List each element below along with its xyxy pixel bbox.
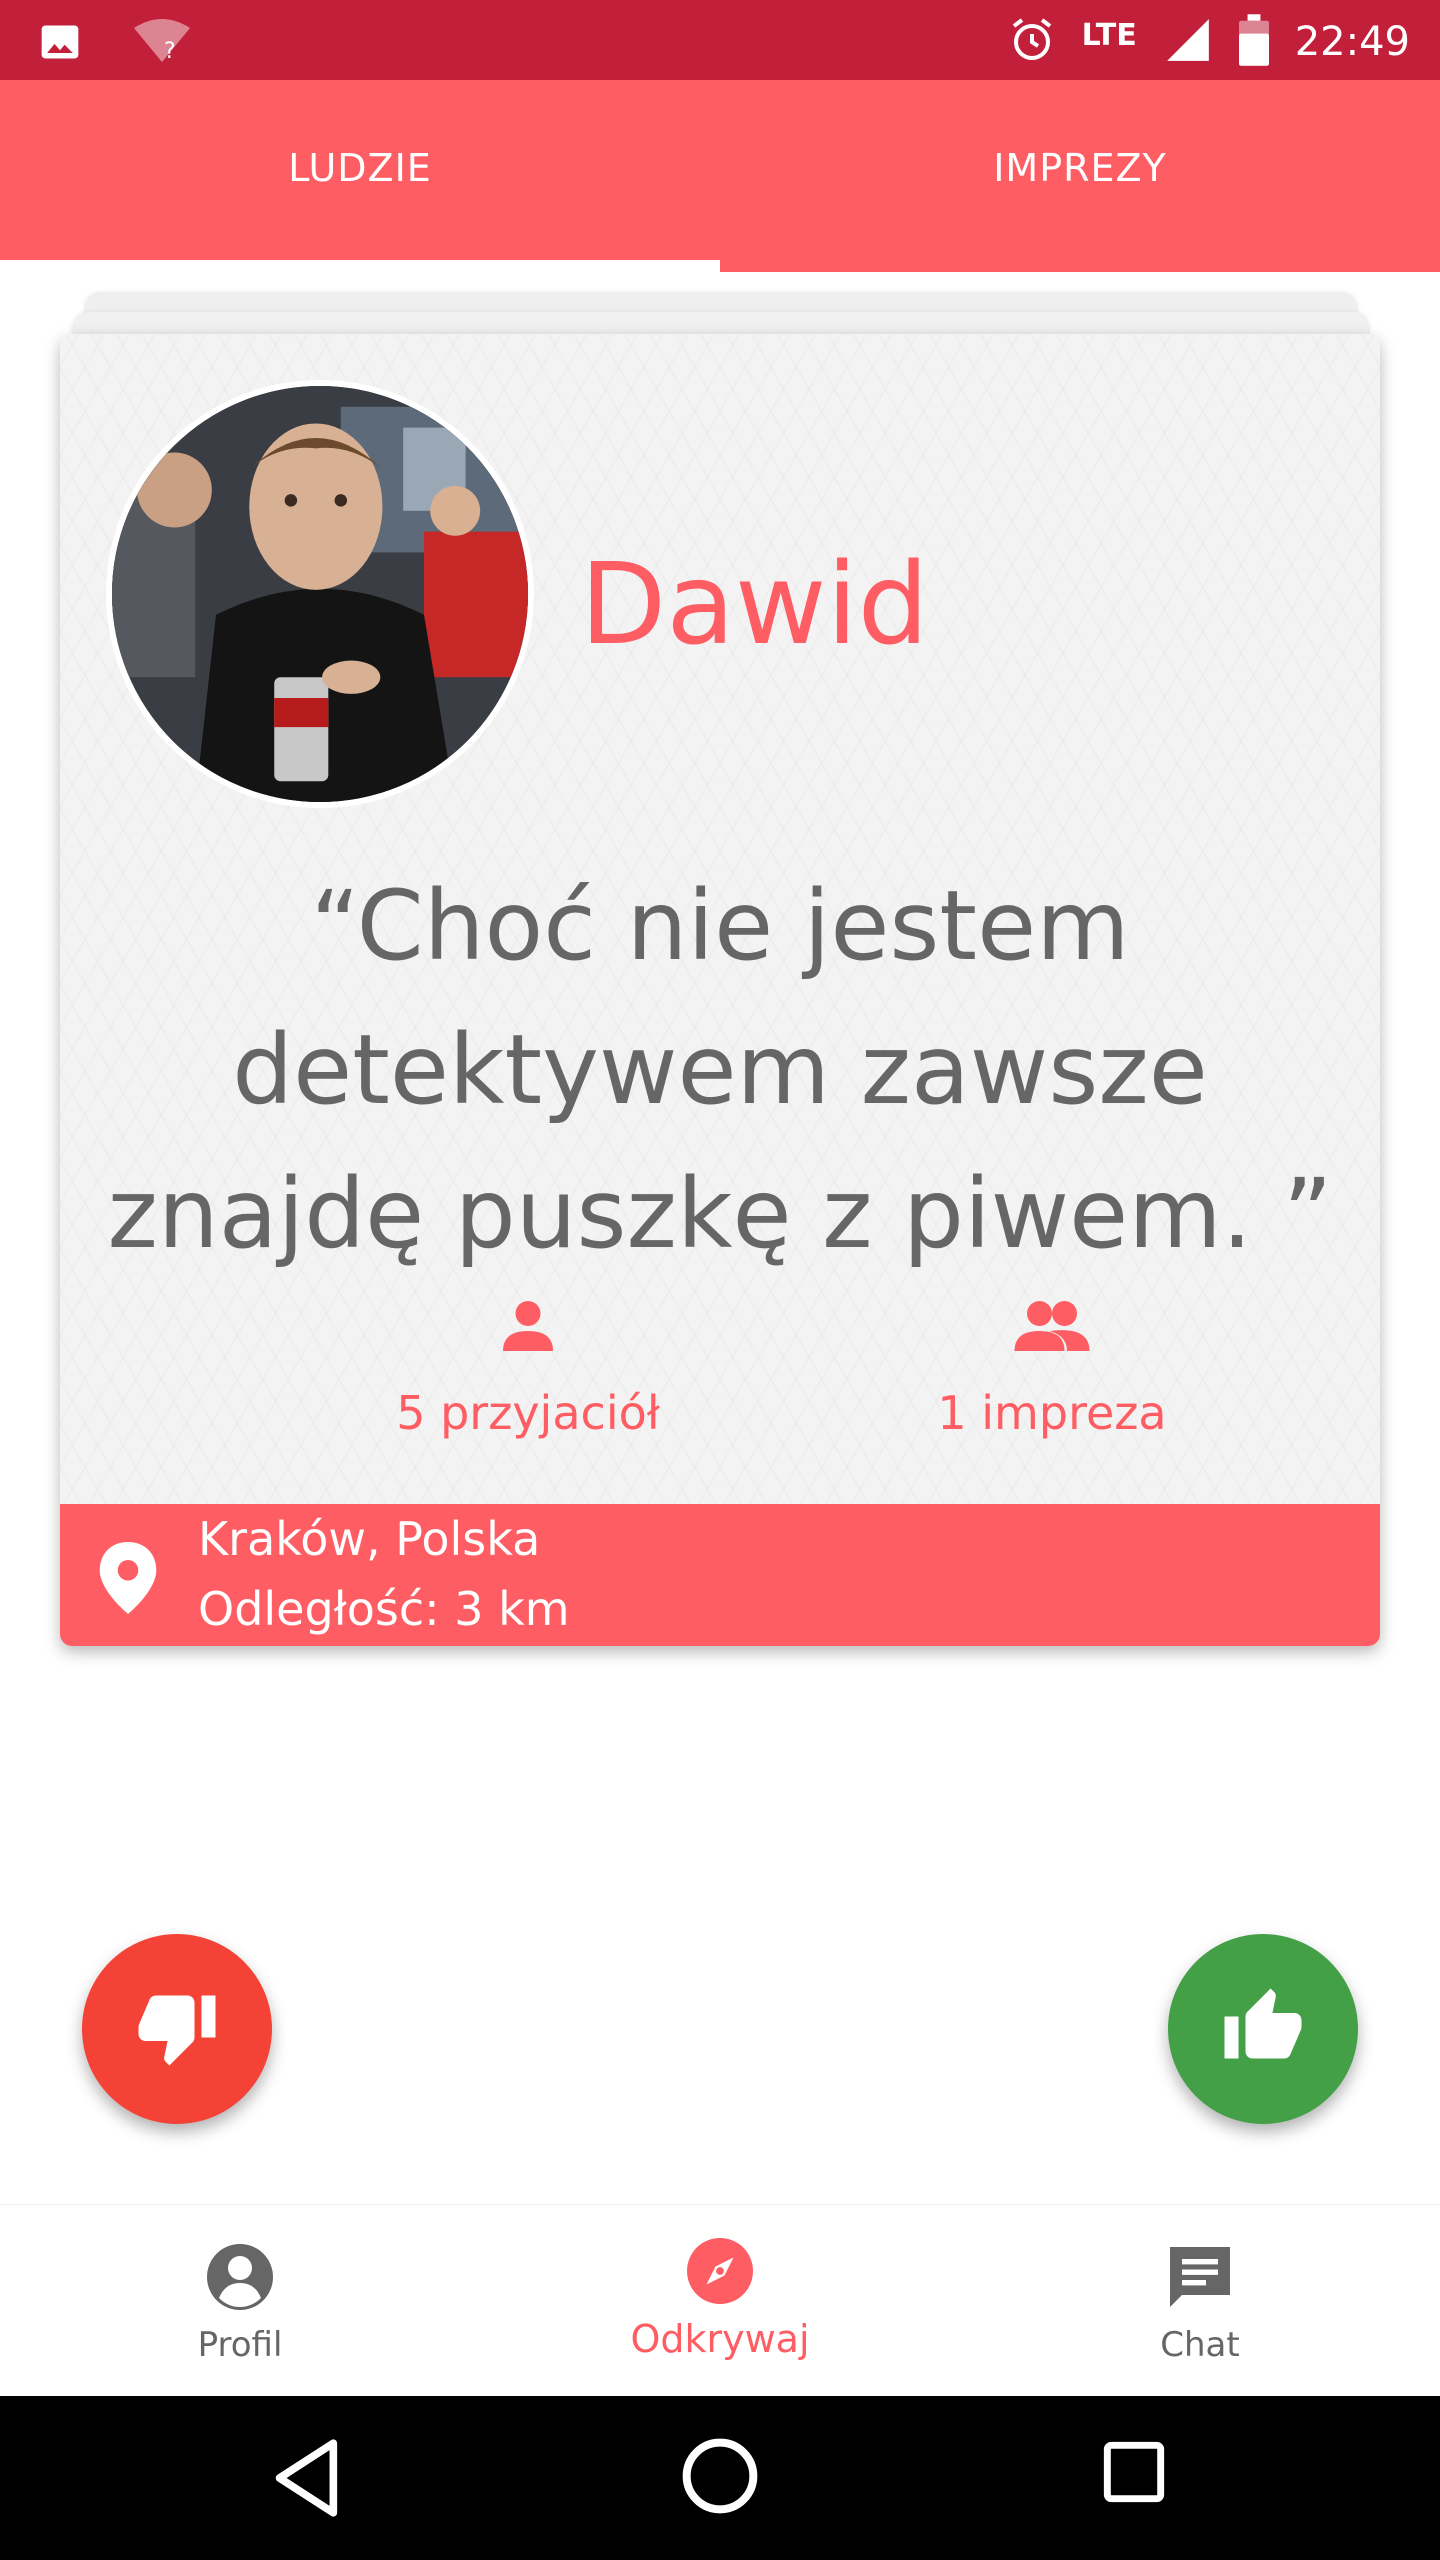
battery-icon — [1238, 14, 1269, 70]
chat-icon — [1164, 2241, 1236, 2317]
system-navigation-bar — [0, 2396, 1440, 2560]
friends-count: 5 przyjaciół — [278, 1296, 778, 1440]
profile-name: Dawid — [580, 540, 929, 670]
top-tabs: LUDZIE IMPREZY — [0, 80, 1440, 272]
nav-odkrywaj[interactable]: Odkrywaj — [480, 2205, 960, 2397]
location-city: Kraków, Polska — [198, 1512, 541, 1566]
tab-label: IMPREZY — [993, 146, 1167, 190]
tab-ludzie[interactable]: LUDZIE — [0, 80, 720, 272]
like-button[interactable] — [1168, 1934, 1358, 2124]
thumbs-up-icon — [1221, 1985, 1305, 2073]
nav-chat[interactable]: Chat — [960, 2205, 1440, 2397]
wifi-unknown-icon: ? — [132, 18, 192, 70]
tab-selected-indicator — [0, 260, 720, 272]
clock: 22:49 — [1294, 19, 1410, 65]
tab-imprezy[interactable]: IMPREZY — [720, 80, 1440, 272]
alarm-icon — [1008, 16, 1056, 68]
profile-photo — [106, 380, 534, 808]
location-pin-icon — [96, 1542, 160, 1618]
parties-count: 1 impreza — [802, 1296, 1302, 1440]
thumbs-down-icon — [135, 1985, 219, 2073]
location-distance: Odległość: 3 km — [198, 1582, 570, 1636]
nav-label: Chat — [1160, 2325, 1240, 2365]
nav-profil[interactable]: Profil — [0, 2205, 480, 2397]
image-icon — [38, 20, 82, 68]
nav-label: Odkrywaj — [630, 2317, 810, 2361]
signal-icon — [1163, 15, 1213, 69]
bottom-navigation: Profil Odkrywaj Chat — [0, 2204, 1440, 2396]
compass-icon — [684, 2235, 756, 2311]
person-icon — [278, 1296, 778, 1360]
network-type: LTE — [1081, 17, 1137, 53]
profile-quote: “Choć nie jestem detektywem zawsze znajd… — [107, 870, 1333, 1270]
svg-text:?: ? — [164, 39, 176, 64]
nav-label: Profil — [197, 2325, 283, 2365]
dislike-button[interactable] — [82, 1934, 272, 2124]
tab-label: LUDZIE — [288, 146, 432, 190]
account-circle-icon — [204, 2241, 276, 2317]
profile-card[interactable]: Dawid “Choć nie jestem detektywem zawsze… — [60, 334, 1380, 1646]
home-icon[interactable] — [680, 2436, 760, 2520]
group-icon — [802, 1296, 1302, 1360]
back-icon[interactable] — [270, 2436, 346, 2524]
status-bar: ? LTE 22:49 — [0, 0, 1440, 80]
parties-label: 1 impreza — [937, 1386, 1167, 1440]
friends-label: 5 przyjaciół — [396, 1386, 660, 1440]
location-bar: Kraków, Polska Odległość: 3 km — [60, 1504, 1380, 1646]
recents-icon[interactable] — [1102, 2440, 1166, 2508]
